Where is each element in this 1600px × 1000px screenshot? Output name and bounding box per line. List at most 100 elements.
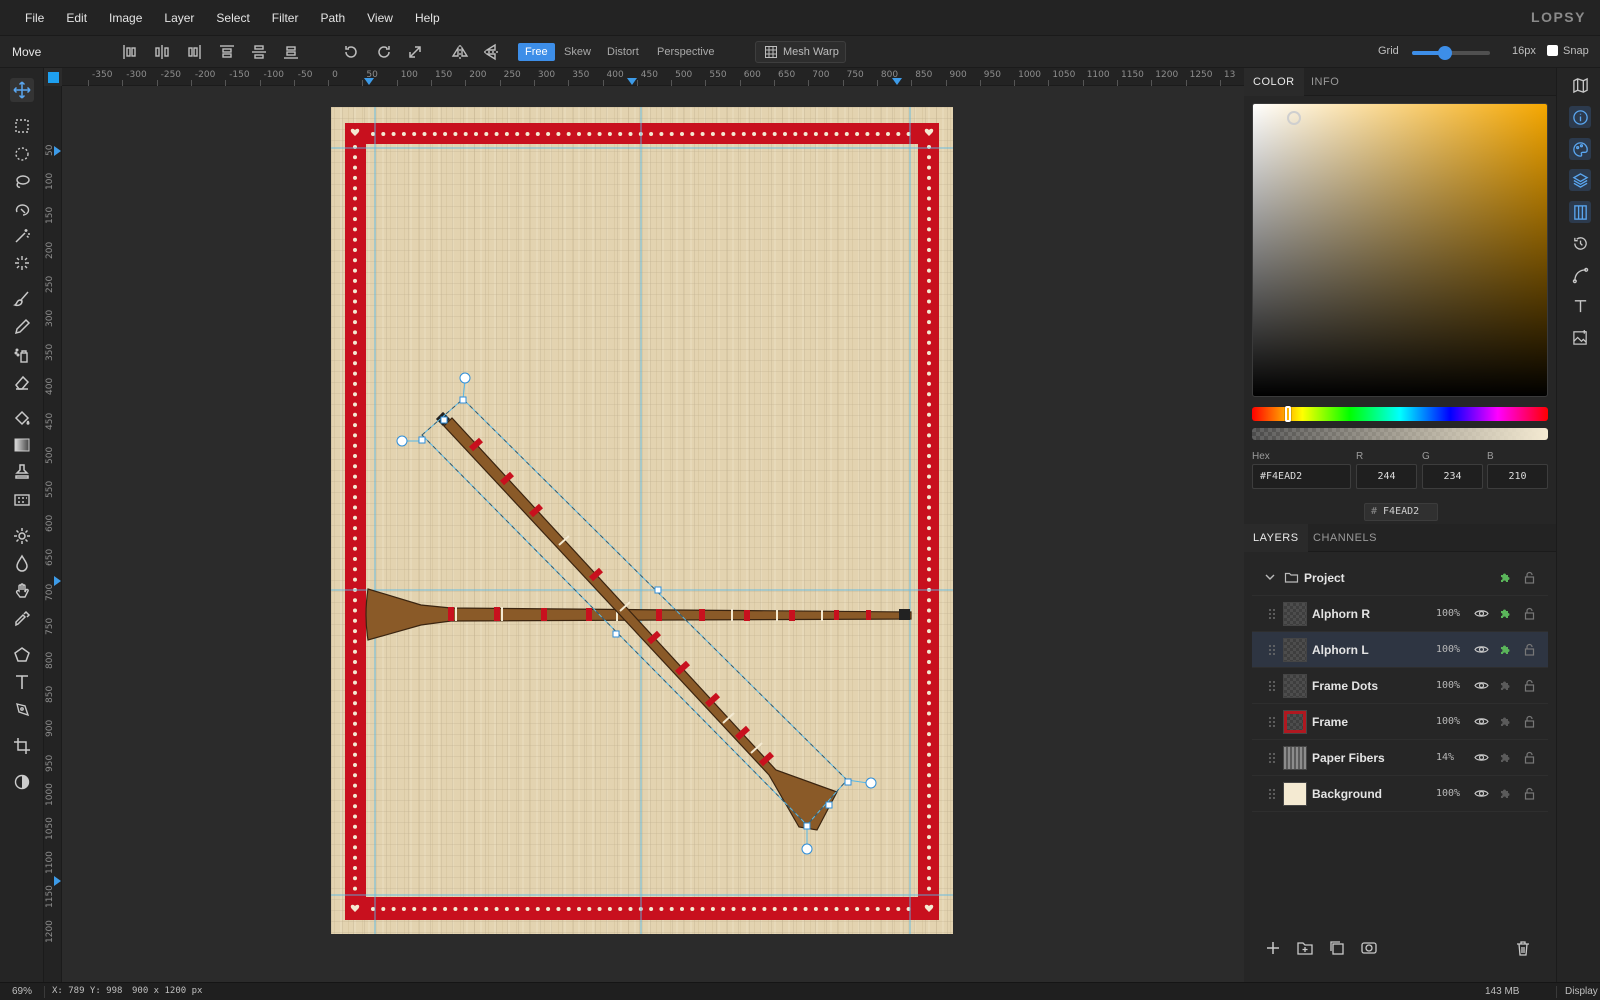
magic-wand-tool-icon[interactable]: [10, 224, 34, 248]
puzzle-effects-icon[interactable]: [1498, 786, 1513, 801]
layer-opacity[interactable]: 100%: [1436, 680, 1460, 691]
lock-icon[interactable]: [1522, 750, 1537, 765]
contrast-icon[interactable]: [10, 770, 34, 794]
guide-marker-icon[interactable]: [54, 576, 61, 586]
menu-file[interactable]: File: [14, 11, 55, 25]
info-icon[interactable]: [1569, 106, 1591, 128]
layers-icon[interactable]: [1569, 169, 1591, 191]
chevron-down-icon[interactable]: [1264, 571, 1276, 583]
layer-group-project[interactable]: Project: [1252, 560, 1548, 596]
zoom-level[interactable]: 69%: [12, 983, 32, 1000]
snap-toggle[interactable]: Snap: [1547, 45, 1589, 57]
ellipse-select-tool-icon[interactable]: [10, 142, 34, 166]
layer-row[interactable]: Frame 100%: [1252, 704, 1548, 740]
puzzle-effects-icon[interactable]: [1498, 678, 1513, 693]
vertical-ruler[interactable]: 50 100 150 200 250 300 350 400 450 500 550 600 650 70…: [44, 86, 62, 982]
navigator-map-icon[interactable]: [1569, 74, 1591, 96]
new-group-folder-icon[interactable]: [1296, 939, 1314, 957]
lock-icon[interactable]: [1522, 678, 1537, 693]
flip-vertical-icon[interactable]: [482, 43, 500, 61]
layer-row[interactable]: Alphorn L 100%: [1252, 632, 1548, 668]
flip-horizontal-icon[interactable]: [451, 43, 469, 61]
layer-opacity[interactable]: 100%: [1436, 608, 1460, 619]
paths-curve-icon[interactable]: [1569, 264, 1591, 286]
menu-filter[interactable]: Filter: [261, 11, 310, 25]
drag-handle-icon[interactable]: [1268, 715, 1276, 729]
quick-select-tool-icon[interactable]: [10, 251, 34, 275]
puzzle-effects-icon[interactable]: [1498, 750, 1513, 765]
ruler-origin-corner[interactable]: [48, 72, 59, 83]
puzzle-effects-icon[interactable]: [1498, 570, 1513, 585]
dodge-tool-icon[interactable]: [10, 524, 34, 548]
red-input[interactable]: 244: [1356, 464, 1417, 489]
drag-handle-icon[interactable]: [1268, 679, 1276, 693]
columns-icon[interactable]: [1569, 201, 1591, 223]
layer-opacity[interactable]: 14%: [1436, 752, 1454, 763]
layer-opacity[interactable]: 100%: [1436, 788, 1460, 799]
brush-tool-icon[interactable]: [10, 287, 34, 311]
layer-opacity[interactable]: 100%: [1436, 644, 1460, 655]
blur-tool-icon[interactable]: [10, 551, 34, 575]
lock-icon[interactable]: [1522, 570, 1537, 585]
color-picker-handle[interactable]: [1287, 111, 1301, 125]
scale-icon[interactable]: [406, 43, 424, 61]
lock-icon[interactable]: [1522, 606, 1537, 621]
menu-path[interactable]: Path: [309, 11, 356, 25]
align-center-v-icon[interactable]: [250, 43, 268, 61]
drag-handle-icon[interactable]: [1268, 643, 1276, 657]
eye-visibility-icon[interactable]: [1474, 678, 1489, 693]
pen-tool-icon[interactable]: [10, 697, 34, 721]
hand-tool-icon[interactable]: [10, 579, 34, 603]
magnetic-lasso-tool-icon[interactable]: [10, 197, 34, 221]
crop-tool-icon[interactable]: [10, 734, 34, 758]
guide-marker-icon[interactable]: [892, 78, 902, 85]
blue-input[interactable]: 210: [1487, 464, 1548, 489]
layer-row[interactable]: Frame Dots 100%: [1252, 668, 1548, 704]
tab-layers[interactable]: LAYERS: [1244, 524, 1308, 552]
hex-swatch-chip[interactable]: # F4EAD2: [1364, 503, 1438, 521]
eye-visibility-icon[interactable]: [1474, 606, 1489, 621]
align-bottom-icon[interactable]: [282, 43, 300, 61]
menu-layer[interactable]: Layer: [153, 11, 205, 25]
align-center-h-icon[interactable]: [153, 43, 171, 61]
spray-tool-icon[interactable]: [10, 343, 34, 367]
snap-checkbox[interactable]: [1547, 45, 1558, 56]
delete-layer-icon[interactable]: [1514, 939, 1532, 957]
transform-perspective-button[interactable]: Perspective: [650, 43, 721, 61]
menu-image[interactable]: Image: [98, 11, 153, 25]
lock-icon[interactable]: [1522, 786, 1537, 801]
lock-icon[interactable]: [1522, 642, 1537, 657]
eye-visibility-icon[interactable]: [1474, 714, 1489, 729]
menu-help[interactable]: Help: [404, 11, 451, 25]
tab-color[interactable]: COLOR: [1244, 68, 1304, 96]
character-text-icon[interactable]: [1569, 295, 1591, 317]
history-icon[interactable]: [1569, 232, 1591, 254]
image-adjust-icon[interactable]: [1569, 326, 1591, 348]
tab-info[interactable]: INFO: [1302, 68, 1348, 96]
transform-skew-button[interactable]: Skew: [557, 43, 598, 61]
text-tool-icon[interactable]: [10, 670, 34, 694]
move-tool-icon[interactable]: [10, 78, 34, 102]
puzzle-effects-icon[interactable]: [1498, 606, 1513, 621]
eye-visibility-icon[interactable]: [1474, 786, 1489, 801]
align-right-icon[interactable]: [185, 43, 203, 61]
puzzle-effects-icon[interactable]: [1498, 642, 1513, 657]
eraser-tool-icon[interactable]: [10, 370, 34, 394]
guide-marker-icon[interactable]: [627, 78, 637, 85]
layer-row[interactable]: Paper Fibers 14%: [1252, 740, 1548, 776]
green-input[interactable]: 234: [1422, 464, 1483, 489]
mask-layer-icon[interactable]: [1360, 939, 1378, 957]
drag-handle-icon[interactable]: [1268, 787, 1276, 801]
hue-slider[interactable]: [1252, 406, 1548, 422]
duplicate-layer-icon[interactable]: [1328, 939, 1346, 957]
alpha-slider[interactable]: [1252, 428, 1548, 440]
lasso-tool-icon[interactable]: [10, 170, 34, 194]
grid-slider-handle[interactable]: [1437, 46, 1452, 60]
guide-marker-icon[interactable]: [54, 146, 61, 156]
puzzle-effects-icon[interactable]: [1498, 714, 1513, 729]
document-canvas[interactable]: [331, 107, 953, 934]
align-top-icon[interactable]: [218, 43, 236, 61]
guide-marker-icon[interactable]: [54, 876, 61, 886]
polygon-tool-icon[interactable]: [10, 643, 34, 667]
mesh-warp-button[interactable]: Mesh Warp: [755, 41, 846, 63]
